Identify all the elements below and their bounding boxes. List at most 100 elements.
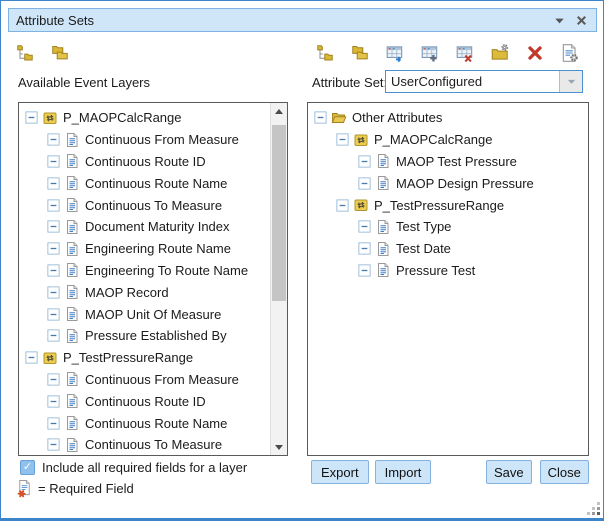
tree-item[interactable]: Other Attributes [308, 107, 588, 129]
tree-item[interactable]: MAOP Unit Of Measure [19, 303, 270, 325]
collapse-expander-icon[interactable] [47, 242, 60, 255]
tree-item[interactable]: Engineering To Route Name [19, 260, 270, 282]
import-button[interactable]: Import [375, 460, 432, 484]
tree-item[interactable]: Continuous From Measure [19, 369, 270, 391]
tree-item[interactable]: Test Date [308, 238, 588, 260]
chevron-down-icon [565, 75, 578, 88]
attribute-set-dropdown-button[interactable] [559, 71, 582, 92]
titlebar-controls [552, 13, 589, 28]
checkmark-icon: ✓ [21, 461, 34, 474]
collapse-panel-button[interactable] [552, 13, 567, 28]
collapse-expander-icon[interactable] [47, 133, 60, 146]
remove-layer-button[interactable] [455, 43, 475, 63]
collapse-expander-icon[interactable] [358, 177, 371, 190]
event-icon [353, 197, 369, 213]
tree-item[interactable]: Continuous From Measure [19, 129, 270, 151]
collapse-expander-icon[interactable] [47, 395, 60, 408]
tree-item-label: Continuous From Measure [85, 132, 239, 147]
add-selected-layer-button[interactable] [385, 43, 405, 63]
collapse-expander-icon[interactable] [314, 111, 327, 124]
table-export-icon [385, 43, 405, 63]
tree-item-label: Test Type [396, 219, 451, 234]
collapse-expander-icon[interactable] [25, 351, 38, 364]
collapse-expander-icon[interactable] [47, 177, 60, 190]
tree-item-label: Test Date [396, 241, 451, 256]
tree-item[interactable]: Pressure Test [308, 260, 588, 282]
resize-grip[interactable] [587, 502, 601, 516]
available-layers-tree: P_MAOPCalcRange Continuous From Measure … [19, 103, 270, 455]
tree-item[interactable]: Pressure Established By [19, 325, 270, 347]
caret-down-icon [552, 13, 567, 28]
close-button[interactable]: Close [540, 460, 589, 484]
attribute-set-combobox [385, 70, 583, 93]
collapse-expander-icon[interactable] [47, 199, 60, 212]
arrow-down-icon [275, 445, 283, 450]
attribute-set-input[interactable] [386, 71, 559, 92]
collapse-expander-icon[interactable] [336, 199, 349, 212]
tree-item[interactable]: Continuous Route Name [19, 172, 270, 194]
collapse-expander-icon[interactable] [47, 438, 60, 451]
collapse-expander-icon[interactable] [358, 264, 371, 277]
tree-item-label: Engineering Route Name [85, 241, 231, 256]
field-icon [64, 284, 80, 300]
tree-item[interactable]: P_TestPressureRange [19, 347, 270, 369]
tree-item[interactable]: Continuous Route ID [19, 390, 270, 412]
attribute-set-properties-button[interactable] [560, 43, 580, 63]
scrollbar-thumb[interactable] [272, 125, 286, 301]
collapse-expander-icon[interactable] [47, 220, 60, 233]
collapse-attribute-set-button[interactable] [350, 43, 370, 63]
tree-item[interactable]: Continuous To Measure [19, 194, 270, 216]
scroll-down-button[interactable] [271, 439, 287, 455]
export-button[interactable]: Export [311, 460, 369, 484]
field-icon [64, 197, 80, 213]
expand-attribute-set-button[interactable] [315, 43, 335, 63]
tree-item-label: Continuous Route Name [85, 416, 227, 431]
field-icon [375, 175, 391, 191]
collapse-expander-icon[interactable] [358, 220, 371, 233]
field-icon [64, 415, 80, 431]
scroll-up-button[interactable] [271, 103, 287, 119]
field-icon [64, 132, 80, 148]
new-attribute-set-button[interactable] [490, 43, 510, 63]
tree-item[interactable]: MAOP Design Pressure [308, 172, 588, 194]
tree-item[interactable]: P_MAOPCalcRange [19, 107, 270, 129]
tree-item[interactable]: Test Type [308, 216, 588, 238]
resize-grip-icon [597, 512, 600, 515]
add-all-layers-button[interactable] [420, 43, 440, 63]
collapse-expander-icon[interactable] [47, 417, 60, 430]
tree-item-label: Document Maturity Index [85, 219, 230, 234]
tree-item[interactable]: MAOP Test Pressure [308, 151, 588, 173]
tree-item[interactable]: Continuous Route ID [19, 151, 270, 173]
tree-folders-icon [15, 43, 35, 63]
collapse-expander-icon[interactable] [336, 133, 349, 146]
folder-gear-icon [490, 43, 510, 63]
save-button[interactable]: Save [486, 460, 532, 484]
collapse-expander-icon[interactable] [47, 329, 60, 342]
left-tree-scrollbar[interactable] [270, 103, 287, 455]
titlebar[interactable]: Attribute Sets [8, 8, 597, 32]
tree-item[interactable]: Document Maturity Index [19, 216, 270, 238]
collapse-expander-icon[interactable] [47, 373, 60, 386]
collapse-expander-icon[interactable] [47, 286, 60, 299]
delete-attribute-set-button[interactable] [525, 43, 545, 63]
tree-item[interactable]: Continuous Route Name [19, 412, 270, 434]
expand-event-layers-button[interactable] [15, 43, 35, 63]
tree-item[interactable]: Engineering Route Name [19, 238, 270, 260]
tree-item[interactable]: P_MAOPCalcRange [308, 129, 588, 151]
close-panel-button[interactable] [574, 13, 589, 28]
save-close-buttons: Save Close [486, 460, 589, 484]
tree-item[interactable]: MAOP Record [19, 281, 270, 303]
collapse-expander-icon[interactable] [358, 242, 371, 255]
collapse-expander-icon[interactable] [47, 264, 60, 277]
required-field-icon [16, 479, 33, 498]
collapse-event-layers-button[interactable] [50, 43, 70, 63]
collapse-expander-icon[interactable] [25, 111, 38, 124]
tree-item[interactable]: Continuous To Measure [19, 434, 270, 455]
collapse-expander-icon[interactable] [47, 308, 60, 321]
tree-item[interactable]: P_TestPressureRange [308, 194, 588, 216]
field-icon [64, 328, 80, 344]
collapse-expander-icon[interactable] [47, 155, 60, 168]
include-required-checkbox[interactable]: ✓ [20, 460, 35, 475]
collapse-expander-icon[interactable] [358, 155, 371, 168]
field-icon [375, 153, 391, 169]
